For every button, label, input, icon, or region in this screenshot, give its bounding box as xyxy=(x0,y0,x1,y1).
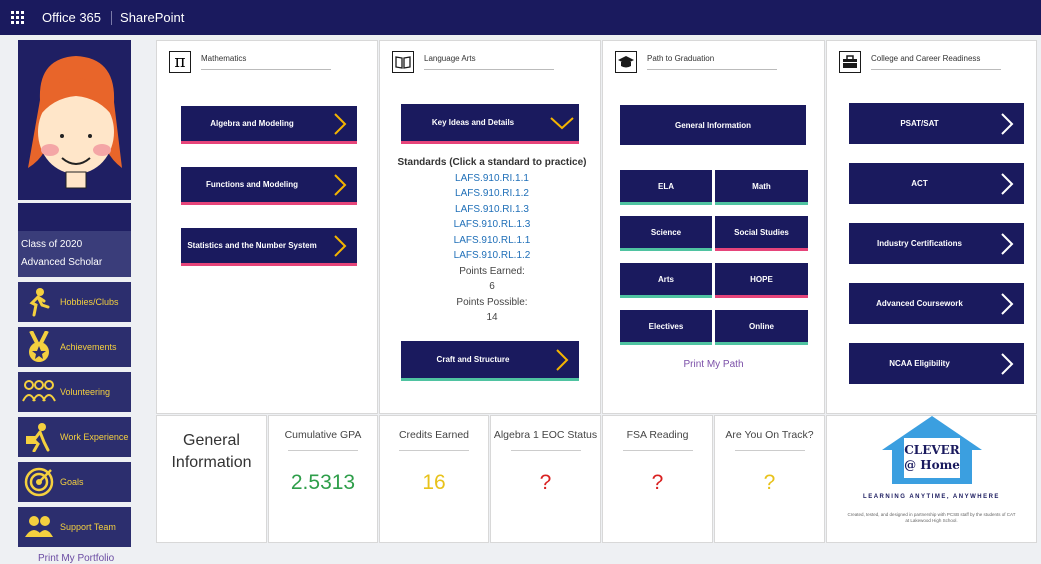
chevron-right-icon xyxy=(323,112,357,136)
class-info: Class of 2020 Advanced Scholar xyxy=(18,231,131,277)
algebra-and-modeling-button[interactable]: Algebra and Modeling xyxy=(181,106,357,144)
print-my-path-link[interactable]: Print My Path xyxy=(603,359,824,370)
gpa-tile: Cumulative GPA 2.5313 xyxy=(268,415,378,543)
print-portfolio-link[interactable]: Print My Portfolio xyxy=(18,553,131,564)
office-365-link[interactable]: Office 365 xyxy=(34,10,113,25)
psat-sat-button[interactable]: PSAT/SAT xyxy=(849,103,1024,144)
credits-value: 16 xyxy=(422,471,446,494)
book-icon xyxy=(392,51,414,73)
chevron-down-icon xyxy=(545,116,579,130)
standard-link[interactable]: LAFS.910.RL.1.1 xyxy=(392,233,592,249)
ncaa-eligibility-button[interactable]: NCAA Eligibility xyxy=(849,343,1024,384)
industry-certifications-button[interactable]: Industry Certifications xyxy=(849,223,1024,264)
support-team-button[interactable]: Support Team xyxy=(18,507,131,547)
hope-button[interactable]: HOPE xyxy=(715,263,808,298)
logo-credit: Created, tested, and designed in partner… xyxy=(847,512,1016,523)
standard-link[interactable]: LAFS.910.RL.1.2 xyxy=(392,248,592,264)
people-icon xyxy=(18,372,60,412)
panel-title: Path to Graduation xyxy=(647,54,777,70)
chevron-right-icon xyxy=(323,234,357,258)
points-possible-label: Points Possible: xyxy=(456,296,528,308)
logo-line-1: CLEVER xyxy=(904,443,961,457)
pi-icon: π xyxy=(169,51,191,73)
statistics-and-number-system-button[interactable]: Statistics and the Number System xyxy=(181,228,357,266)
chevron-right-icon xyxy=(990,292,1024,316)
arts-button[interactable]: Arts xyxy=(620,263,712,298)
fsa-reading-value: ? xyxy=(651,471,664,494)
avatar xyxy=(18,40,131,200)
panel-title: Language Arts xyxy=(424,54,554,70)
medal-icon xyxy=(18,327,60,367)
language-arts-panel: Language Arts Key Ideas and Details Stan… xyxy=(379,40,601,414)
chevron-right-icon xyxy=(990,352,1024,376)
ela-button[interactable]: ELA xyxy=(620,170,712,205)
math-button[interactable]: Math xyxy=(715,170,808,205)
general-information-tile: General Information xyxy=(156,415,267,543)
general-information-label: General Information xyxy=(171,432,252,471)
graduation-cap-icon xyxy=(615,51,637,73)
standard-link[interactable]: LAFS.910.RI.1.2 xyxy=(392,186,592,202)
gpa-value: 2.5313 xyxy=(290,471,356,494)
work-experience-button[interactable]: Work Experience xyxy=(18,417,131,457)
on-track-tile: Are You On Track? ? xyxy=(714,415,825,543)
standard-link[interactable]: LAFS.910.RI.1.1 xyxy=(392,171,592,187)
points-earned-label: Points Earned: xyxy=(459,265,525,277)
college-career-panel: College and Career Readiness PSAT/SAT AC… xyxy=(826,40,1037,414)
chevron-right-icon xyxy=(990,112,1024,136)
suite-bar: Office 365 SharePoint xyxy=(0,0,1041,35)
chevron-right-icon xyxy=(990,172,1024,196)
panel-title: Mathematics xyxy=(201,54,331,70)
team-icon xyxy=(18,507,60,547)
panel-title: College and Career Readiness xyxy=(871,54,1001,70)
student-name-box xyxy=(18,203,131,231)
clever-at-home-logo: CLEVER @ Home LEARNING ANYTIME, ANYWHERE… xyxy=(826,415,1037,543)
standards-list: Standards (Click a standard to practice)… xyxy=(392,155,592,326)
worker-icon xyxy=(18,417,60,457)
eoc-status-tile: Algebra 1 EOC Status ? xyxy=(490,415,601,543)
credits-tile: Credits Earned 16 xyxy=(379,415,489,543)
advanced-coursework-button[interactable]: Advanced Coursework xyxy=(849,283,1024,324)
key-ideas-and-details-button[interactable]: Key Ideas and Details xyxy=(401,104,579,144)
path-to-graduation-panel: Path to Graduation General Information E… xyxy=(602,40,825,414)
house-icon: CLEVER @ Home xyxy=(881,416,982,484)
craft-and-structure-button[interactable]: Craft and Structure xyxy=(401,341,579,381)
points-earned-value: 6 xyxy=(489,281,495,292)
sharepoint-link[interactable]: SharePoint xyxy=(112,10,184,25)
app-launcher-icon[interactable] xyxy=(0,0,34,35)
goals-button[interactable]: Goals xyxy=(18,462,131,502)
functions-and-modeling-button[interactable]: Functions and Modeling xyxy=(181,167,357,205)
logo-line-2: @ Home xyxy=(904,458,960,472)
mathematics-panel: π Mathematics Algebra and Modeling Funct… xyxy=(156,40,378,414)
briefcase-icon xyxy=(839,51,861,73)
hobbies-clubs-button[interactable]: Hobbies/Clubs xyxy=(18,282,131,322)
scholar-track: Advanced Scholar xyxy=(21,257,103,268)
chevron-right-icon xyxy=(545,348,579,372)
eoc-status-value: ? xyxy=(539,471,552,494)
standard-link[interactable]: LAFS.910.RI.1.3 xyxy=(392,202,592,218)
online-button[interactable]: Online xyxy=(715,310,808,345)
standard-link[interactable]: LAFS.910.RL.1.3 xyxy=(392,217,592,233)
chevron-right-icon xyxy=(323,173,357,197)
electives-button[interactable]: Electives xyxy=(620,310,712,345)
achievements-button[interactable]: Achievements xyxy=(18,327,131,367)
act-button[interactable]: ACT xyxy=(849,163,1024,204)
science-button[interactable]: Science xyxy=(620,216,712,251)
standards-heading: Standards (Click a standard to practice) xyxy=(397,157,587,168)
points-possible-value: 14 xyxy=(486,312,498,323)
class-year: Class of 2020 xyxy=(21,239,83,250)
general-information-button[interactable]: General Information xyxy=(620,105,806,145)
fsa-reading-tile: FSA Reading ? xyxy=(602,415,713,543)
runner-icon xyxy=(18,282,60,322)
chevron-right-icon xyxy=(990,232,1024,256)
on-track-value: ? xyxy=(763,471,776,494)
social-studies-button[interactable]: Social Studies xyxy=(715,216,808,251)
logo-tagline: LEARNING ANYTIME, ANYWHERE xyxy=(863,494,1000,500)
volunteering-button[interactable]: Volunteering xyxy=(18,372,131,412)
target-icon xyxy=(18,462,60,502)
student-sidebar: Class of 2020 Advanced Scholar Hobbies/C… xyxy=(18,40,131,564)
